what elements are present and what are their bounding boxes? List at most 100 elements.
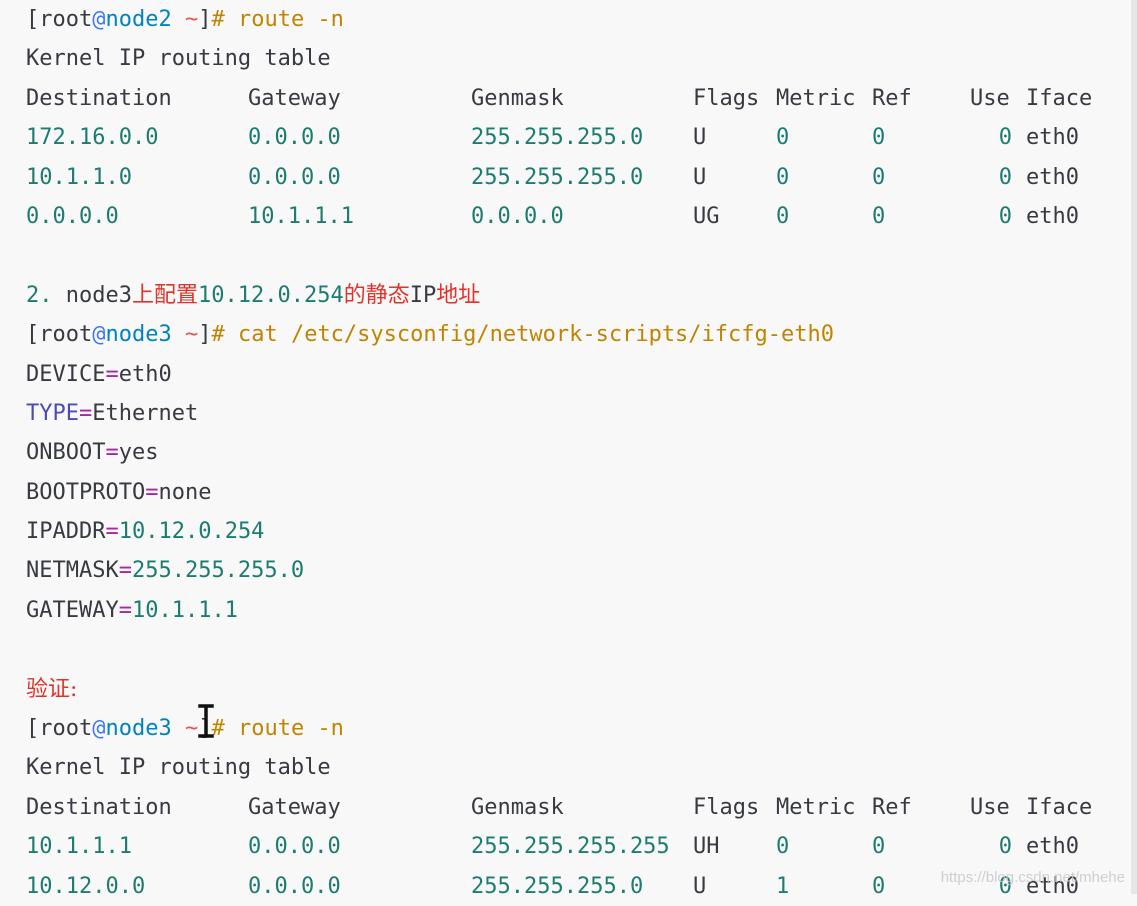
table-cell: U [693, 125, 707, 151]
table-row: 0.0.0.0 10.1.1.1 0.0.0.0 UG 0 0 0 eth0 [26, 197, 1131, 236]
step-text: 上配置 [131, 282, 198, 308]
table-cell: 10.1.1.0 [26, 164, 132, 190]
table-row: 10.1.1.0 0.0.0.0 255.255.255.0 U 0 0 0 eth0 [26, 158, 1131, 197]
column-header: Genmask [471, 794, 564, 820]
prompt-user: root [39, 716, 93, 742]
config-key: NETMASK [26, 558, 119, 584]
table-cell: eth0 [1026, 125, 1079, 151]
step2-heading: 2. node3上配置10.12.0.254的静态IP地址 [26, 276, 1131, 315]
table-cell: 10.1.1.1 [248, 203, 354, 229]
table-cell: 0.0.0.0 [248, 164, 341, 190]
table-cell: 0 [998, 203, 1012, 229]
table-row: 10.1.1.1 0.0.0.0 255.255.255.255 UH 0 0 0 eth0 [26, 827, 1131, 866]
column-header: Ref [872, 794, 912, 820]
prompt-host: node2 [105, 7, 172, 32]
table-cell: 10.12.0.0 [26, 873, 146, 899]
config-line: NETMASK=255.255.255.0 [26, 558, 305, 584]
table-cell: U [693, 164, 707, 190]
config-key: TYPE [26, 400, 79, 426]
command[interactable]: cat /etc/sysconfig/network-scripts/ifcfg… [238, 322, 834, 347]
table-cell: 0.0.0.0 [248, 125, 341, 151]
table-cell: 255.255.255.0 [471, 873, 644, 899]
table-cell: 0 [872, 834, 886, 860]
config-line: ONBOOT=yes [26, 440, 159, 466]
table-cell: 0.0.0.0 [471, 203, 564, 229]
block1-table-header: Destination Gateway Genmask Flags Metric Ref U… [26, 79, 1131, 118]
config-key: ONBOOT [26, 440, 106, 466]
column-header: Genmask [471, 85, 564, 111]
window-edge [1131, 0, 1137, 894]
table-cell: eth0 [1026, 203, 1079, 229]
table-cell: 1 [776, 873, 790, 899]
column-header: Use [970, 794, 1010, 820]
step-ip: 10.12.0.254 [198, 282, 344, 308]
block2-prompt: [root@node3 ~]# cat /etc/sysconfig/netwo… [26, 322, 834, 348]
config-value: 255.255.255.0 [131, 558, 305, 584]
column-header: Flags [693, 794, 760, 820]
step-ip-word: IP [409, 282, 437, 308]
config-line: GATEWAY=10.1.1.1 [26, 597, 238, 623]
prompt-dir: ~ [184, 322, 199, 348]
table-cell: 0.0.0.0 [26, 203, 119, 229]
table-cell: 0 [872, 125, 886, 151]
terminal-output: [root@node2 ~]# route -n Kernel IP routin… [26, 0, 1131, 906]
table-cell: UG [693, 203, 720, 229]
verify-heading: 验证: [26, 670, 1131, 709]
table-cell: 255.255.255.0 [471, 125, 644, 151]
column-header: Metric [776, 85, 856, 111]
table-cell: 255.255.255.255 [471, 834, 670, 860]
table-cell: eth0 [1026, 164, 1079, 190]
column-header: Metric [776, 794, 856, 820]
config-line: BOOTPROTO=none [26, 479, 212, 505]
table-cell: UH [693, 834, 720, 860]
table-cell: 255.255.255.0 [471, 164, 644, 190]
table-cell: 10.1.1.1 [26, 834, 132, 860]
table-cell: 0 [776, 834, 790, 860]
config-key: BOOTPROTO [26, 479, 146, 505]
prompt-user: root [39, 7, 93, 32]
prompt-dir: ~ [184, 716, 199, 742]
column-header: Gateway [248, 85, 341, 111]
table-cell: 0 [998, 164, 1012, 190]
column-header: Destination [26, 794, 172, 820]
table-cell: 0 [776, 164, 790, 190]
table-cell: 0 [998, 125, 1012, 151]
command[interactable]: route -n [238, 716, 344, 741]
table-cell: 0.0.0.0 [248, 834, 341, 860]
config-key: GATEWAY [26, 597, 119, 623]
text-cursor-icon [198, 704, 214, 738]
column-header: Destination [26, 85, 172, 111]
config-line: IPADDR=10.12.0.254 [26, 519, 265, 545]
table-cell: eth0 [1026, 834, 1079, 860]
command[interactable]: route -n [238, 7, 344, 32]
table-cell: U [693, 873, 707, 899]
block1-prompt: [root@node2 ~]# route -n [26, 7, 344, 32]
step-host: node3 [65, 282, 132, 308]
config-value: Ethernet [92, 400, 199, 426]
config-value: none [158, 479, 212, 505]
block3-prompt: [root@node3 ~]# route -n [26, 716, 344, 742]
block3-table-header: Destination Gateway Genmask Flags Metric Ref U… [26, 788, 1131, 827]
block3-table-title: Kernel IP routing table [26, 748, 1131, 787]
table-row: 172.16.0.0 0.0.0.0 255.255.255.0 U 0 0 0 eth0 [26, 118, 1131, 157]
column-header: Gateway [248, 794, 341, 820]
column-header: Flags [693, 85, 760, 111]
table-cell: 0 [776, 203, 790, 229]
prompt-user: root [39, 322, 93, 348]
column-header: Iface [1026, 794, 1093, 820]
table-cell: 0 [872, 164, 886, 190]
config-line: DEVICE=eth0 [26, 361, 172, 387]
config-key: DEVICE [26, 361, 106, 387]
block1-table-title: Kernel IP routing table [26, 39, 1131, 78]
table-cell: 0 [872, 203, 886, 229]
table-cell: 0 [998, 834, 1012, 860]
config-line: TYPE=Ethernet [26, 400, 199, 426]
config-value: yes [118, 440, 159, 466]
prompt-host: node3 [105, 322, 172, 348]
config-value: 10.12.0.254 [118, 519, 265, 545]
verify-label: 验证: [26, 676, 78, 702]
table-cell: 0 [872, 873, 886, 899]
table-cell: 172.16.0.0 [26, 125, 159, 151]
routing-table-title: Kernel IP routing table [26, 755, 331, 781]
watermark: https://blog.csdn.net/mhehe [940, 869, 1125, 886]
